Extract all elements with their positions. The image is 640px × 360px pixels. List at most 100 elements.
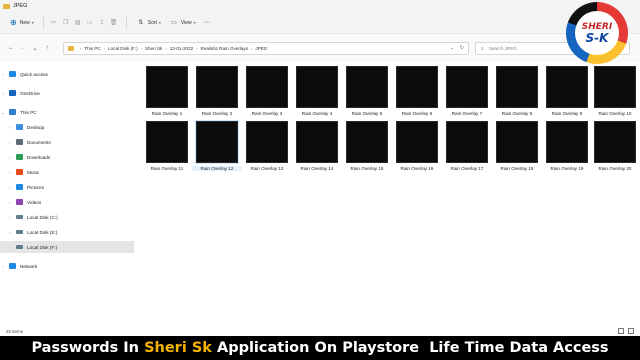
download-icon: [16, 154, 23, 160]
sidebar-item-this-pc[interactable]: ⌄ This PC: [0, 106, 134, 118]
window-title: JPEG: [13, 3, 28, 9]
delete-icon[interactable]: 🗑: [109, 17, 119, 29]
file-item[interactable]: Rain Overlay 13: [246, 121, 290, 171]
up-arrow-icon[interactable]: ↑: [41, 45, 53, 51]
thumbnail-image: [296, 66, 338, 108]
chevron-right-icon[interactable]: ›: [7, 170, 13, 175]
forward-arrow-icon[interactable]: →: [17, 45, 29, 51]
chevron-right-icon[interactable]: ›: [7, 230, 13, 235]
sidebar-item-onedrive[interactable]: › OneDrive: [0, 87, 134, 99]
breadcrumb-local-disk-f[interactable]: Local Disk (F:): [108, 46, 138, 51]
chevron-right-icon: ›: [196, 46, 198, 51]
paste-icon[interactable]: ▤: [73, 17, 83, 29]
chevron-right-icon[interactable]: ›: [7, 185, 13, 190]
file-item[interactable]: Rain Overlay 18: [496, 121, 540, 171]
chevron-down-icon[interactable]: ⌄: [0, 110, 6, 115]
file-item[interactable]: Rain Overlay 10: [594, 66, 638, 116]
file-item[interactable]: Rain Overlay 17: [446, 121, 490, 171]
title-bar: JPEG: [0, 0, 640, 12]
sidebar-item-label: Desktop: [27, 124, 45, 130]
banner-text-end: Application On Playstore Life Time Data …: [211, 340, 609, 356]
file-item[interactable]: Rain Overlay 4: [296, 66, 340, 116]
file-item[interactable]: Rain Overlay 5: [346, 66, 390, 116]
chevron-down-icon[interactable]: ⌄: [450, 45, 454, 51]
chevron-right-icon[interactable]: ›: [7, 155, 13, 160]
file-item[interactable]: Rain Overlay 2: [196, 66, 240, 116]
file-item[interactable]: Rain Overlay 14: [296, 121, 340, 171]
item-count: 20 items: [6, 328, 24, 334]
file-name: Rain Overlay 17: [450, 166, 484, 171]
thumbnail-image: [546, 66, 588, 108]
file-name: Rain Overlay 12: [192, 166, 242, 171]
large-icons-view-icon[interactable]: [628, 328, 634, 334]
file-item[interactable]: Rain Overlay 3: [246, 66, 290, 116]
details-view-icon[interactable]: [618, 328, 624, 334]
breadcrumb-sheri-sk[interactable]: Sheri Sk: [145, 46, 162, 51]
sort-button-label: Sort: [147, 19, 157, 26]
sidebar-item-quick-access[interactable]: › Quick access: [0, 68, 134, 80]
sidebar-item-local-disk-c[interactable]: › Local Disk (C:): [0, 211, 134, 223]
thumbnail-image: [346, 121, 388, 163]
sidebar-item-downloads[interactable]: › Downloads: [0, 151, 134, 163]
chevron-right-icon[interactable]: ›: [7, 125, 13, 130]
cloud-icon: [9, 90, 16, 96]
sidebar-item-local-disk-f[interactable]: › Local Disk (F:): [0, 241, 134, 253]
chevron-right-icon[interactable]: ›: [7, 215, 13, 220]
file-name: Rain Overlay 4: [301, 111, 333, 116]
chevron-right-icon[interactable]: ›: [7, 245, 13, 250]
chevron-right-icon[interactable]: ›: [0, 264, 6, 269]
file-name: Rain Overlay 20: [598, 166, 632, 171]
file-item[interactable]: Rain Overlay 7: [446, 66, 490, 116]
share-icon[interactable]: ⇪: [97, 17, 107, 29]
chevron-right-icon[interactable]: ›: [0, 91, 6, 96]
thumbnail-image: [146, 121, 188, 163]
drive-icon: [16, 215, 23, 219]
chevron-right-icon[interactable]: ›: [0, 72, 6, 77]
sidebar-item-pictures[interactable]: › Pictures: [0, 181, 134, 193]
folder-icon: [68, 46, 74, 51]
sidebar-item-label: Local Disk (E:): [27, 229, 58, 235]
sidebar-item-videos[interactable]: › Videos: [0, 196, 134, 208]
drive-icon: [16, 245, 23, 249]
file-item[interactable]: Rain Overlay 15: [346, 121, 390, 171]
file-item[interactable]: Rain Overlay 12: [192, 120, 242, 171]
file-item[interactable]: Rain Overlay 1: [146, 66, 190, 116]
view-button[interactable]: ▭ View ▾: [165, 16, 200, 30]
file-item[interactable]: Rain Overlay 20: [594, 121, 638, 171]
sidebar-item-desktop[interactable]: › Desktop: [0, 121, 134, 133]
copy-icon[interactable]: ❐: [61, 17, 71, 29]
toolbar-divider: [125, 16, 127, 29]
chevron-right-icon: ›: [103, 46, 106, 51]
sidebar-item-network[interactable]: › Network: [0, 260, 134, 272]
file-item[interactable]: Rain Overlay 9: [546, 66, 590, 116]
new-button[interactable]: ⊕ New ▾: [6, 16, 38, 30]
thumbnail-image: [594, 121, 636, 163]
sidebar-item-label: Pictures: [27, 184, 44, 190]
sort-button[interactable]: ⇅ Sort ▾: [132, 16, 165, 30]
file-item[interactable]: Rain Overlay 16: [396, 121, 440, 171]
cut-icon[interactable]: ✂: [49, 17, 59, 29]
rename-icon[interactable]: ▭: [85, 17, 95, 29]
chevron-right-icon[interactable]: ›: [7, 200, 13, 205]
thumbnail-image: [296, 121, 338, 163]
breadcrumb-this-pc[interactable]: This PC: [84, 46, 100, 51]
file-item[interactable]: Rain Overlay 6: [396, 66, 440, 116]
recent-locations-icon[interactable]: ⌄: [29, 45, 41, 52]
desktop-icon: [16, 124, 23, 130]
back-arrow-icon[interactable]: ←: [5, 45, 17, 51]
sidebar-item-music[interactable]: › Music: [0, 166, 134, 178]
breadcrumb-jpeg[interactable]: JPEG: [255, 46, 267, 51]
breadcrumb-date-folder[interactable]: 13-01-2022: [170, 46, 194, 51]
thumbnail-image: [546, 121, 588, 163]
sidebar-item-documents[interactable]: › Documents: [0, 136, 134, 148]
file-item[interactable]: Rain Overlay 11: [146, 121, 190, 171]
more-options-button[interactable]: ···: [200, 16, 215, 30]
file-item[interactable]: Rain Overlay 19: [546, 121, 590, 171]
star-icon: [9, 71, 16, 77]
file-item[interactable]: Rain Overlay 8: [496, 66, 540, 116]
refresh-icon[interactable]: ↻: [460, 45, 464, 51]
chevron-right-icon[interactable]: ›: [7, 140, 13, 145]
sidebar-item-local-disk-e[interactable]: › Local Disk (E:): [0, 226, 134, 238]
address-bar[interactable]: › This PC › Local Disk (F:) › Sheri Sk ›…: [63, 42, 469, 55]
breadcrumb-realistic-rain-overlays[interactable]: Realistic Rain Overlays: [201, 46, 248, 51]
